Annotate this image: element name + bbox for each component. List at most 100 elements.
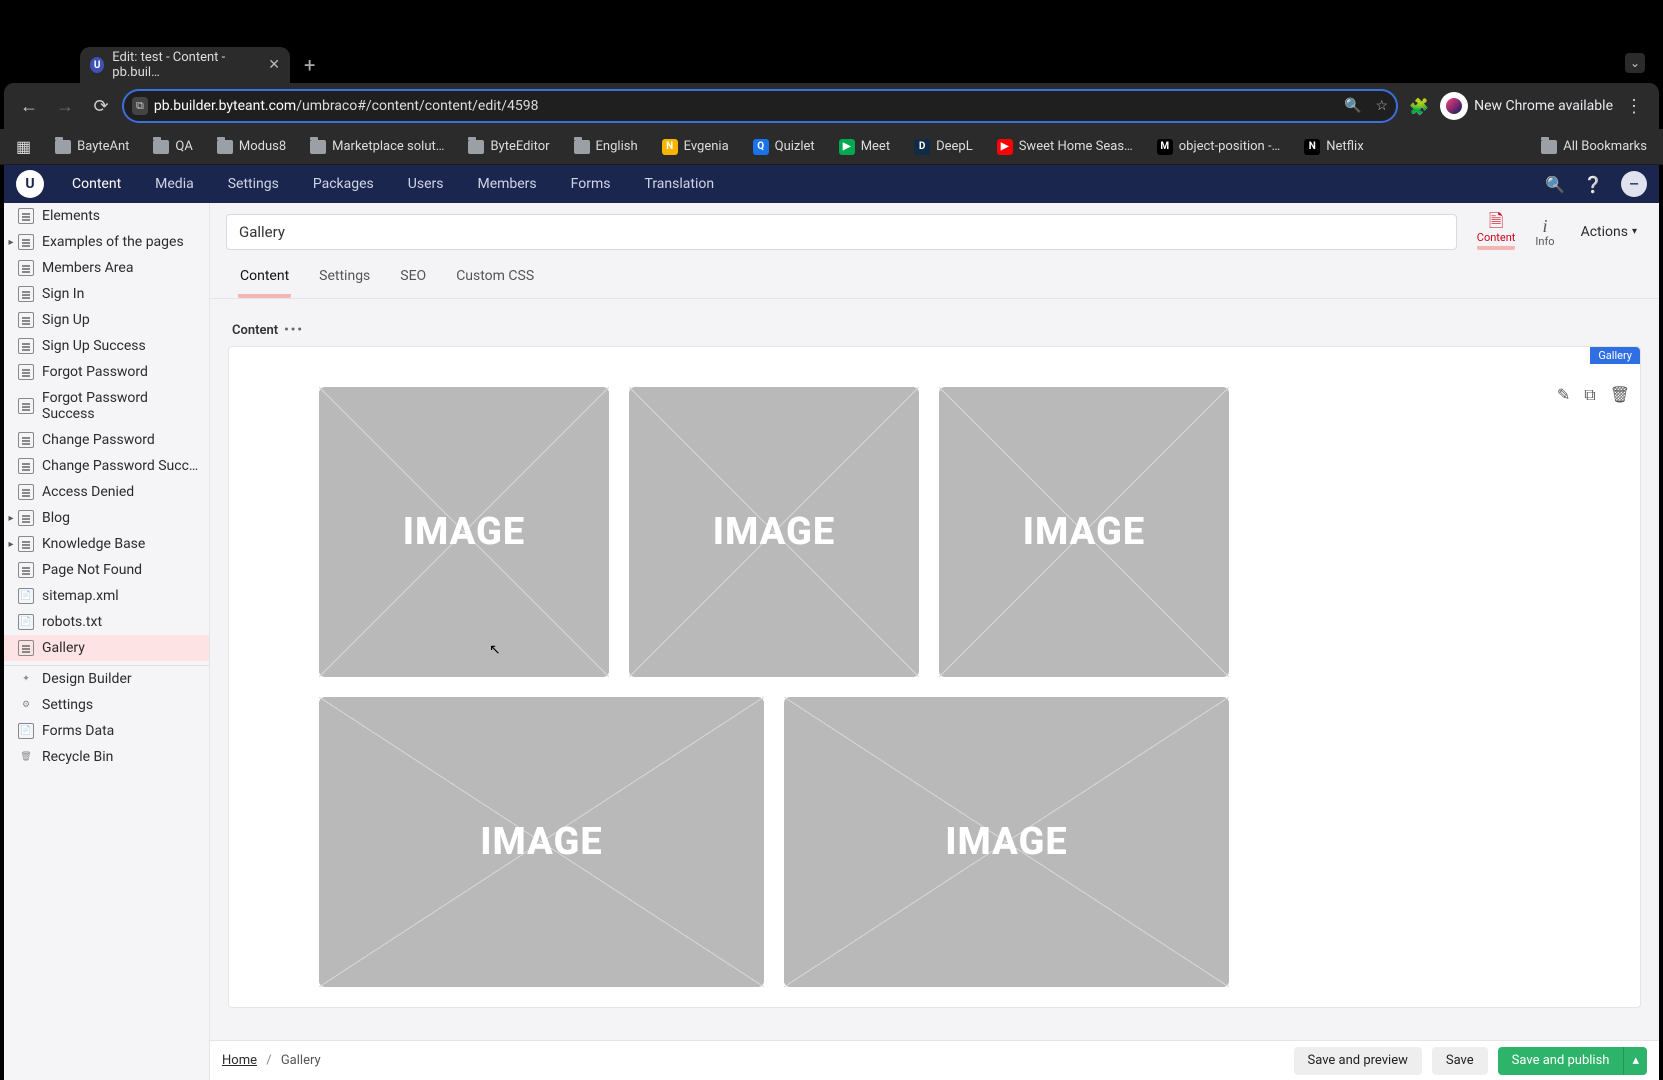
tree-item-access-denied[interactable]: Access Denied xyxy=(4,479,209,505)
forward-button[interactable]: → xyxy=(50,91,80,121)
back-button[interactable]: ← xyxy=(14,91,44,121)
tab-content[interactable]: Content xyxy=(238,260,291,298)
os-gap xyxy=(0,0,1663,38)
bookmark-item[interactable]: ByteEditor xyxy=(462,135,555,158)
apps-grid-icon[interactable]: ▦ xyxy=(10,133,37,160)
breadcrumb-home[interactable]: Home xyxy=(222,1053,257,1068)
umbraco-logo-icon[interactable]: U xyxy=(16,170,44,198)
tree-item-design-builder[interactable]: ✦Design Builder xyxy=(4,665,209,692)
image-placeholder[interactable]: IMAGE xyxy=(939,387,1229,677)
tree-item-forgot-password-success[interactable]: Forgot Password Success xyxy=(4,385,209,427)
tree-item-label: Gallery xyxy=(42,640,85,656)
bookmark-favicon-icon: D xyxy=(914,139,930,155)
page-icon xyxy=(18,562,34,578)
app-info-button[interactable]: i Info xyxy=(1535,217,1554,250)
save-and-publish-caret[interactable]: ▴ xyxy=(1623,1047,1647,1075)
tree-item-change-password-succ-[interactable]: Change Password Succ… xyxy=(4,453,209,479)
site-info-icon[interactable]: ⧉ xyxy=(132,97,148,115)
app-content-button[interactable]: 🗎 Content xyxy=(1477,213,1516,250)
tab-custom-css[interactable]: Custom CSS xyxy=(454,260,536,298)
tab-settings[interactable]: Settings xyxy=(317,260,372,298)
tree-item-gallery[interactable]: Gallery xyxy=(4,635,209,661)
top-menu-forms[interactable]: Forms xyxy=(565,172,617,196)
top-menu-users[interactable]: Users xyxy=(402,172,450,196)
address-bar[interactable]: ⧉ pb.builder.byteant.com/umbraco#/conten… xyxy=(122,89,1398,123)
bookmark-item[interactable]: BayteAnt xyxy=(49,135,135,158)
tree-item-label: Change Password xyxy=(42,432,155,448)
bookmark-item[interactable]: QQuizlet xyxy=(747,135,821,159)
tree-item-recycle-bin[interactable]: 🗑Recycle Bin xyxy=(4,744,209,770)
gallery-block[interactable]: Gallery ✎ ⧉ 🗑 IMAGE ↖ IMAGE IMAGE xyxy=(228,346,1641,1008)
bookmark-star-icon[interactable]: ☆ xyxy=(1376,98,1389,114)
tree-item-page-not-found[interactable]: Page Not Found xyxy=(4,557,209,583)
browser-tab-active[interactable]: U Edit: test - Content - pb.buil… ✕ xyxy=(80,47,290,83)
close-tab-icon[interactable]: ✕ xyxy=(268,57,280,73)
bookmark-item[interactable]: English xyxy=(568,135,644,158)
save-and-publish-button[interactable]: Save and publish xyxy=(1498,1047,1624,1075)
bookmark-item[interactable]: Modus8 xyxy=(211,135,292,158)
bookmark-item[interactable]: ▶Sweet Home Seas… xyxy=(991,135,1139,159)
tree-item-sign-up[interactable]: Sign Up xyxy=(4,307,209,333)
tree-item-knowledge-base[interactable]: ▸Knowledge Base xyxy=(4,531,209,557)
browser-menu-icon[interactable]: ⋮ xyxy=(1619,96,1649,117)
user-avatar-icon[interactable]: — xyxy=(1621,171,1647,197)
top-menu-translation[interactable]: Translation xyxy=(638,172,720,196)
image-placeholder[interactable]: IMAGE xyxy=(629,387,919,677)
edit-icon[interactable]: ✎ xyxy=(1557,385,1570,405)
expand-caret-icon[interactable]: ▸ xyxy=(6,513,16,524)
image-placeholder[interactable]: IMAGE xyxy=(784,697,1229,987)
new-tab-button[interactable]: + xyxy=(304,53,315,83)
bookmark-favicon-icon: ▶ xyxy=(839,139,855,155)
extensions-icon[interactable]: 🧩 xyxy=(1404,91,1434,121)
bookmark-item[interactable]: Marketplace solut… xyxy=(304,135,450,158)
bookmark-item[interactable]: DDeepL xyxy=(908,135,979,159)
tree-item-examples-of-the-pages[interactable]: ▸Examples of the pages xyxy=(4,229,209,255)
tree-item-sign-in[interactable]: Sign In xyxy=(4,281,209,307)
top-menu-members[interactable]: Members xyxy=(471,172,542,196)
top-menu-settings[interactable]: Settings xyxy=(222,172,285,196)
reload-button[interactable]: ⟳ xyxy=(86,91,116,121)
top-menu-content[interactable]: Content xyxy=(66,172,127,196)
bookmark-item[interactable]: ▶Meet xyxy=(833,135,896,159)
caret-down-icon: ▾ xyxy=(1632,226,1637,237)
top-menu-packages[interactable]: Packages xyxy=(307,172,380,196)
chrome-profile-icon[interactable] xyxy=(1440,92,1468,120)
tree-item-robots-txt[interactable]: 📄robots.txt xyxy=(4,609,209,635)
image-placeholder[interactable]: IMAGE xyxy=(319,697,764,987)
image-placeholder[interactable]: IMAGE ↖ xyxy=(319,387,609,677)
tree-item-blog[interactable]: ▸Blog xyxy=(4,505,209,531)
tree-item-sitemap-xml[interactable]: 📄sitemap.xml xyxy=(4,583,209,609)
expand-caret-icon[interactable]: ▸ xyxy=(6,237,16,248)
bookmark-item[interactable]: QA xyxy=(147,135,198,158)
bookmark-item[interactable]: Mobject-position -… xyxy=(1151,135,1286,159)
search-icon[interactable]: 🔍 xyxy=(1545,175,1565,194)
tabs-dropdown-icon[interactable]: ⌄ xyxy=(1625,53,1645,73)
more-dots-icon[interactable]: ••• xyxy=(284,323,304,338)
tab-seo[interactable]: SEO xyxy=(398,260,428,298)
actions-dropdown[interactable]: Actions ▾ xyxy=(1575,224,1643,240)
help-icon[interactable]: ❔ xyxy=(1583,175,1603,194)
tree-item-elements[interactable]: Elements xyxy=(4,203,209,229)
tree-item-forgot-password[interactable]: Forgot Password xyxy=(4,359,209,385)
tree-item-members-area[interactable]: Members Area xyxy=(4,255,209,281)
top-menu-media[interactable]: Media xyxy=(149,172,200,196)
tree-item-label: Change Password Succ… xyxy=(42,458,198,474)
app-content-label: Content xyxy=(1477,231,1516,244)
expand-caret-icon[interactable]: ▸ xyxy=(6,539,16,550)
chrome-update-button[interactable]: New Chrome available xyxy=(1474,98,1613,114)
all-bookmarks-button[interactable]: All Bookmarks xyxy=(1535,135,1653,158)
tree-item-forms-data[interactable]: 📄Forms Data xyxy=(4,718,209,744)
copy-icon[interactable]: ⧉ xyxy=(1584,385,1595,405)
node-name-input[interactable] xyxy=(226,214,1457,250)
tree-item-change-password[interactable]: Change Password xyxy=(4,427,209,453)
zoom-icon[interactable]: 🔍 xyxy=(1344,98,1361,114)
tree-item-sign-up-success[interactable]: Sign Up Success xyxy=(4,333,209,359)
bookmark-item[interactable]: NNetflix xyxy=(1298,135,1369,159)
tree-item-settings[interactable]: ⚙Settings xyxy=(4,692,209,718)
bookmark-favicon-icon: ▶ xyxy=(997,139,1013,155)
save-and-preview-button[interactable]: Save and preview xyxy=(1294,1047,1422,1075)
editor-scroll-area[interactable]: Content ••• Gallery ✎ ⧉ 🗑 IMAGE ↖ xyxy=(210,299,1659,1080)
delete-icon[interactable]: 🗑 xyxy=(1610,385,1630,405)
bookmark-item[interactable]: NEvgenia xyxy=(656,135,735,159)
save-button[interactable]: Save xyxy=(1432,1047,1488,1075)
